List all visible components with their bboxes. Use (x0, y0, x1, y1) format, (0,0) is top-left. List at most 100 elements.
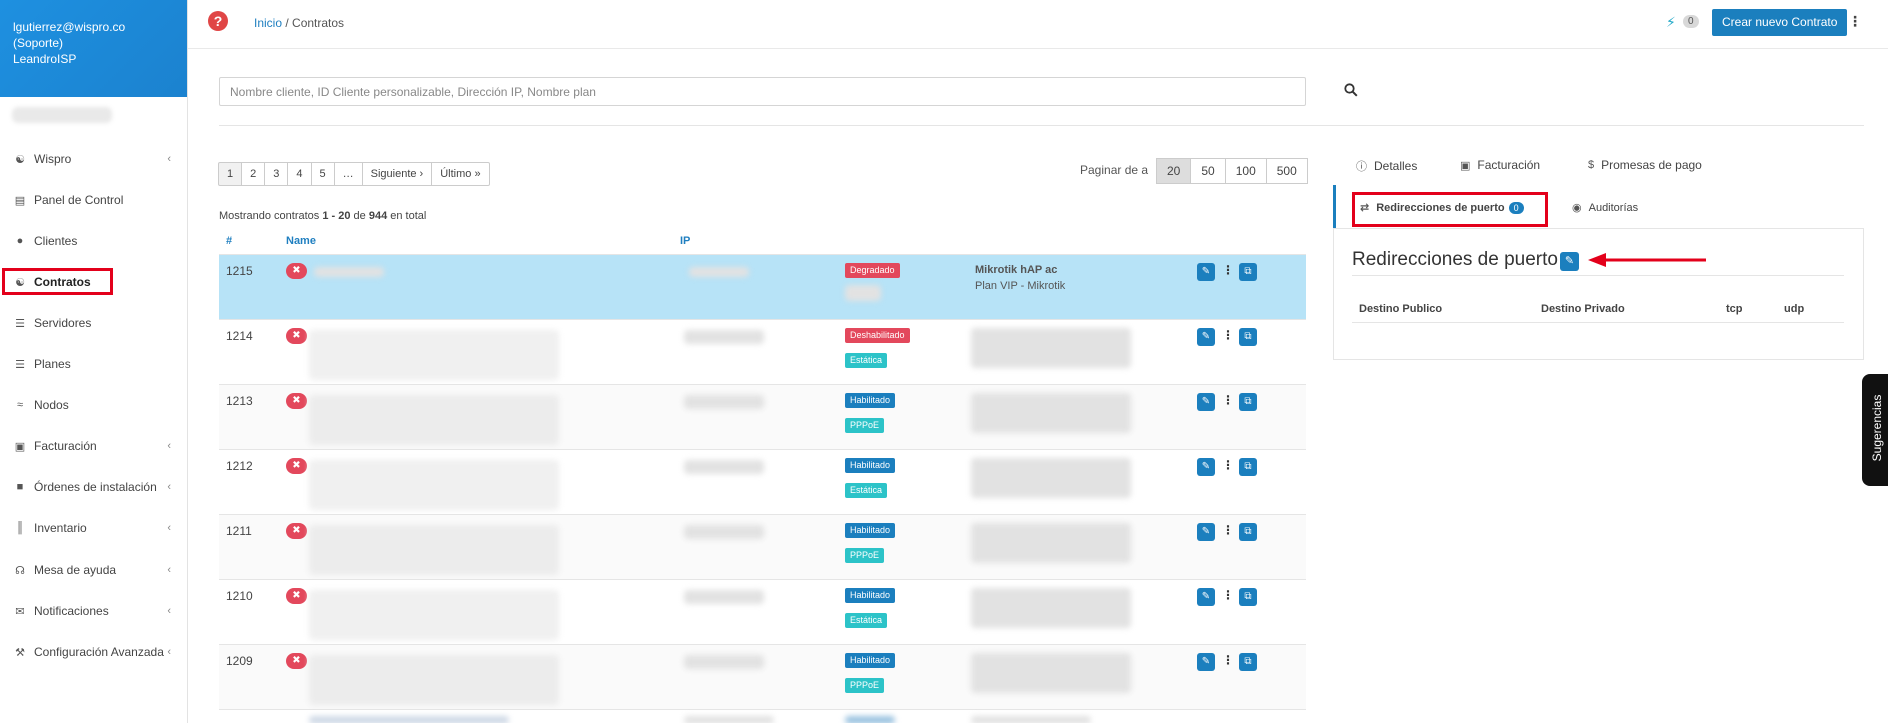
page-3[interactable]: 3 (264, 162, 289, 186)
blurred-plan (971, 588, 1131, 628)
search-input[interactable] (219, 77, 1306, 106)
plug-off-icon[interactable]: ✖ (286, 328, 307, 344)
more-vertical-icon[interactable]: ⋮ (1222, 458, 1234, 472)
edit-icon[interactable]: ✎ (1197, 393, 1215, 411)
copy-icon[interactable]: ⧉ (1239, 458, 1257, 476)
plug-off-icon[interactable]: ✖ (286, 458, 307, 474)
summary-suffix: en total (387, 210, 427, 222)
sidebar-item-nodos[interactable]: ≈ Nodos (0, 391, 187, 419)
feedback-tab[interactable]: Sugerencias (1862, 374, 1888, 486)
sidebar-item-planes[interactable]: ☰ Planes (0, 350, 187, 378)
page-1[interactable]: 1 (218, 162, 243, 186)
table-row[interactable]: 1214 ✖ Deshabilitado Estática ✎ ⋮ ⧉ (219, 319, 1306, 384)
sidebar-item-wispro[interactable]: ☯ Wispro ‹ (0, 145, 187, 173)
more-vertical-icon[interactable]: ⋮ (1222, 523, 1234, 537)
copy-icon[interactable]: ⧉ (1239, 523, 1257, 541)
edit-icon[interactable]: ✎ (1560, 252, 1579, 271)
dollar-icon: $ (1588, 159, 1595, 171)
more-vertical-icon[interactable]: ⋮ (1222, 588, 1234, 602)
column-header-ip[interactable]: IP (680, 235, 690, 247)
per-page-100[interactable]: 100 (1224, 158, 1267, 184)
blurred-plan (971, 653, 1131, 693)
plug-off-icon[interactable]: ✖ (286, 588, 307, 604)
column-header-name[interactable]: Name (286, 235, 316, 247)
blurred-badge (845, 285, 881, 301)
blurred-ip (684, 525, 764, 539)
user-isp: LeandroISP (13, 52, 77, 66)
table-row[interactable]: 1213 ✖ Habilitado PPPoE ✎ ⋮ ⧉ (219, 384, 1306, 449)
page-ellipsis[interactable]: … (333, 162, 363, 186)
tab-detalles[interactable]: ⓘ Detalles (1356, 158, 1417, 174)
table-row[interactable]: 1209 ✖ Habilitado PPPoE ✎ ⋮ ⧉ (219, 644, 1306, 709)
help-icon[interactable]: ? (208, 11, 228, 31)
edit-icon[interactable]: ✎ (1197, 653, 1215, 671)
sidebar-item-configuracion-avanzada[interactable]: ⚒ Configuración Avanzada ‹ (0, 638, 187, 666)
sidebar: lgutierrez@wispro.co (Soporte) LeandroIS… (0, 0, 188, 723)
eye-icon: ◉ (1572, 202, 1582, 214)
blurred-ip (689, 267, 749, 277)
edit-icon[interactable]: ✎ (1197, 588, 1215, 606)
edit-icon[interactable]: ✎ (1197, 523, 1215, 541)
last-page-link[interactable]: Último » (431, 162, 490, 186)
sidebar-item-clientes[interactable]: ● Clientes (0, 227, 187, 255)
results-summary: Mostrando contratos 1 - 20 de 944 en tot… (219, 210, 426, 222)
table-row[interactable]: 1210 ✖ Habilitado Estática ✎ ⋮ ⧉ (219, 579, 1306, 644)
column-header-tcp: tcp (1726, 303, 1743, 315)
breadcrumb-home-link[interactable]: Inicio (254, 16, 282, 30)
more-vertical-icon[interactable]: ⋮ (1222, 653, 1234, 667)
next-page-link[interactable]: Siguiente › (361, 162, 433, 186)
sidebar-item-ordenes-de-instalacion[interactable]: ■ Órdenes de instalación ‹ (0, 473, 187, 501)
plug-off-icon[interactable]: ✖ (286, 393, 307, 409)
tab-promesas-de-pago[interactable]: $ Promesas de pago (1588, 158, 1702, 172)
new-contract-button[interactable]: Crear nuevo Contrato (1712, 9, 1848, 36)
sidebar-item-mesa-de-ayuda[interactable]: ☊ Mesa de ayuda ‹ (0, 556, 187, 584)
search-icon[interactable] (1344, 83, 1358, 97)
blurred-name (314, 267, 384, 277)
more-options-icon[interactable]: ⋮ (1848, 13, 1862, 30)
page-4[interactable]: 4 (287, 162, 312, 186)
tab-facturacion[interactable]: ▣ Facturación (1460, 158, 1540, 172)
type-badge: PPPoE (845, 678, 885, 693)
user-box[interactable]: lgutierrez@wispro.co (Soporte) LeandroIS… (0, 0, 187, 97)
app-root: lgutierrez@wispro.co (Soporte) LeandroIS… (0, 0, 1888, 723)
sidebar-item-inventario[interactable]: ║ Inventario ‹ (0, 514, 187, 542)
copy-icon[interactable]: ⧉ (1239, 588, 1257, 606)
tab-auditorias[interactable]: ◉ Auditorías (1572, 201, 1638, 215)
type-badge: Estática (845, 613, 888, 628)
divider (219, 125, 1864, 126)
sidebar-item-panel-de-control[interactable]: ▤ Panel de Control (0, 186, 187, 214)
per-page-500[interactable]: 500 (1265, 158, 1308, 184)
copy-icon[interactable]: ⧉ (1239, 653, 1257, 671)
edit-icon[interactable]: ✎ (1197, 328, 1215, 346)
sidebar-item-servidores[interactable]: ☰ Servidores (0, 309, 187, 337)
copy-icon[interactable]: ⧉ (1239, 263, 1257, 281)
edit-icon[interactable]: ✎ (1197, 458, 1215, 476)
status-badge: Habilitado (845, 523, 896, 538)
plug-off-icon[interactable]: ✖ (286, 653, 307, 669)
sidebar-item-notificaciones[interactable]: ✉ Notificaciones ‹ (0, 597, 187, 625)
more-vertical-icon[interactable]: ⋮ (1222, 393, 1234, 407)
per-page-50[interactable]: 50 (1190, 158, 1226, 184)
sidebar-item-label: Configuración Avanzada (34, 645, 164, 659)
page-5[interactable]: 5 (310, 162, 335, 186)
column-header-id[interactable]: # (226, 235, 232, 247)
per-page-20[interactable]: 20 (1156, 158, 1192, 184)
more-vertical-icon[interactable]: ⋮ (1222, 328, 1234, 342)
topbar: ? Inicio / Contratos ⚡ 0 Crear nuevo Con… (188, 0, 1888, 49)
sidebar-item-label: Planes (34, 357, 71, 371)
table-row[interactable]: 1211 ✖ Habilitado PPPoE ✎ ⋮ ⧉ (219, 514, 1306, 579)
plug-off-icon[interactable]: ✖ (286, 263, 307, 279)
plug-icon[interactable]: ⚡ (1666, 14, 1676, 31)
table-row[interactable]: 1212 ✖ Habilitado Estática ✎ ⋮ ⧉ (219, 449, 1306, 514)
table-row[interactable]: 1215 ✖ Degradado Mikrotik hAP ac Plan VI… (219, 254, 1306, 319)
plug-off-icon[interactable]: ✖ (286, 523, 307, 539)
summary-total: 944 (368, 210, 388, 222)
copy-icon[interactable]: ⧉ (1239, 328, 1257, 346)
table-row[interactable] (219, 709, 1306, 723)
edit-icon[interactable]: ✎ (1197, 263, 1215, 281)
sidebar-item-label: Notificaciones (34, 604, 109, 618)
copy-icon[interactable]: ⧉ (1239, 393, 1257, 411)
page-2[interactable]: 2 (241, 162, 266, 186)
sidebar-item-facturacion[interactable]: ▣ Facturación ‹ (0, 432, 187, 460)
more-vertical-icon[interactable]: ⋮ (1222, 263, 1234, 277)
